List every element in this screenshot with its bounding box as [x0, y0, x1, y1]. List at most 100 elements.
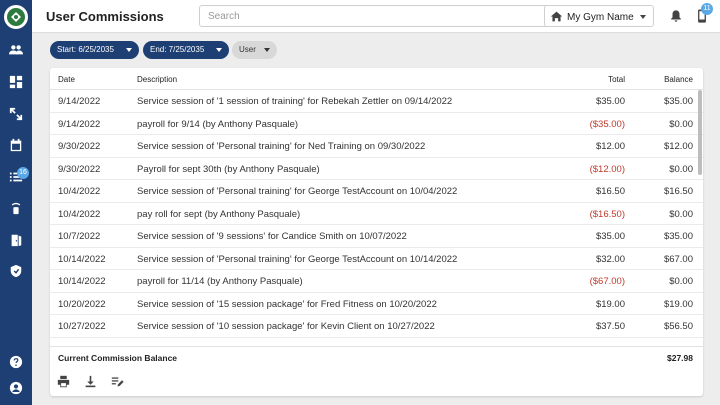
row-description: Service session of 'Personal training' f…: [137, 253, 458, 265]
row-description: Payroll for sept 30th (by Anthony Pasqua…: [137, 163, 320, 175]
row-total: $37.50: [595, 321, 625, 332]
row-date: 9/14/2022: [58, 96, 101, 107]
row-date: 10/14/2022: [58, 276, 106, 287]
chevron-down-icon: [216, 48, 222, 52]
row-description: pay roll for sept (by Anthony Pasquale): [137, 208, 301, 220]
table-row[interactable]: 10/20/2022 Service session of '15 session…: [50, 293, 703, 315]
row-balance: $67.00: [663, 253, 693, 265]
table-actions: [50, 370, 703, 394]
access-icon[interactable]: [8, 200, 24, 216]
row-total: ($35.00): [589, 118, 625, 130]
column-balance[interactable]: Balance: [664, 75, 693, 84]
shield-icon[interactable]: [8, 263, 24, 279]
row-date: 10/4/2022: [58, 186, 101, 197]
home-icon: [550, 11, 563, 22]
row-date: 10/27/2022: [58, 321, 106, 332]
door-icon[interactable]: [8, 232, 24, 248]
gym-name: My Gym Name: [567, 12, 634, 23]
row-total: $35.00: [595, 231, 625, 242]
top-bar: User Commissions My Gym Name 11: [32, 0, 720, 33]
row-total: $19.00: [595, 298, 625, 310]
row-date: 10/4/2022: [58, 208, 101, 220]
row-date: 10/7/2022: [58, 231, 101, 242]
table-row[interactable]: 10/4/2022 pay roll for sept (by Anthony P…: [50, 203, 703, 225]
print-icon[interactable]: [57, 375, 70, 388]
column-date[interactable]: Date: [58, 75, 75, 84]
download-icon[interactable]: [84, 375, 97, 388]
gym-selector[interactable]: My Gym Name: [544, 5, 654, 27]
row-total: $35.00: [595, 96, 625, 107]
row-total: $32.00: [595, 253, 625, 265]
table-row[interactable]: 10/14/2022 Service session of 'Personal t…: [50, 248, 703, 270]
users-icon[interactable]: [8, 42, 24, 58]
summary-label: Current Commission Balance: [58, 353, 178, 363]
end-date-filter[interactable]: End: 7/25/2035: [143, 41, 229, 59]
row-date: 10/20/2022: [58, 298, 106, 310]
row-total: $12.00: [595, 141, 625, 152]
dashboard-icon[interactable]: [8, 74, 24, 90]
end-date-label: End: 7/25/2035: [150, 45, 205, 54]
table-row[interactable]: 10/7/2022 Service session of '9 sessions'…: [50, 225, 703, 248]
row-balance: $19.00: [663, 298, 693, 310]
chevron-down-icon: [264, 48, 270, 52]
account-icon[interactable]: [8, 380, 24, 396]
row-balance: $0.00: [669, 118, 693, 130]
row-description: Service session of '10 session package' …: [137, 321, 435, 332]
summary-row: Current Commission Balance $27.98: [50, 346, 703, 368]
row-date: 9/30/2022: [58, 141, 101, 152]
row-description: payroll for 9/14 (by Anthony Pasquale): [137, 118, 299, 130]
row-date: 10/14/2022: [58, 253, 106, 265]
start-date-label: Start: 6/25/2035: [57, 45, 114, 54]
row-balance: $12.00: [663, 141, 693, 152]
row-balance: $56.50: [663, 321, 693, 332]
row-total: ($67.00): [589, 276, 625, 287]
user-filter[interactable]: User: [232, 41, 277, 59]
row-description: Service session of '15 session package' …: [137, 298, 437, 310]
table-row[interactable]: 10/27/2022 Service session of '10 session…: [50, 315, 703, 338]
chevron-down-icon: [640, 15, 646, 19]
column-description[interactable]: Description: [137, 75, 177, 84]
row-total: ($12.00): [589, 163, 625, 175]
summary-value: $27.98: [667, 353, 693, 363]
bell-icon[interactable]: [669, 9, 683, 23]
table-row[interactable]: 10/4/2022 Service session of 'Personal tr…: [50, 180, 703, 203]
calendar-icon[interactable]: [8, 137, 24, 153]
table-scrollbar[interactable]: [698, 90, 702, 175]
row-balance: $35.00: [663, 96, 693, 107]
sidebar: 16: [0, 0, 32, 405]
chevron-down-icon: [126, 48, 132, 52]
row-total: $16.50: [595, 186, 625, 197]
start-date-filter[interactable]: Start: 6/25/2035: [50, 41, 139, 59]
sidebar-badge: 16: [17, 167, 29, 179]
row-total: ($16.50): [589, 208, 625, 220]
help-icon[interactable]: [8, 354, 24, 370]
search-input[interactable]: [208, 9, 508, 23]
page-title: User Commissions: [46, 9, 164, 24]
edit-list-icon[interactable]: [111, 375, 124, 388]
row-date: 9/14/2022: [58, 118, 101, 130]
column-total[interactable]: Total: [608, 75, 625, 84]
row-description: payroll for 11/14 (by Anthony Pasquale): [137, 276, 303, 287]
app-logo[interactable]: [4, 5, 28, 29]
expand-icon[interactable]: [8, 106, 24, 122]
row-balance: $35.00: [663, 231, 693, 242]
row-balance: $16.50: [663, 186, 693, 197]
row-description: Service session of 'Personal training' f…: [137, 141, 426, 152]
user-filter-label: User: [239, 45, 256, 54]
notification-badge: 11: [701, 3, 713, 15]
row-balance: $0.00: [669, 276, 693, 287]
table-row[interactable]: 9/30/2022 Service session of 'Personal tr…: [50, 135, 703, 158]
row-balance: $0.00: [669, 208, 693, 220]
row-description: Service session of 'Personal training' f…: [137, 186, 458, 197]
row-description: Service session of '1 session of trainin…: [137, 96, 453, 107]
search-box[interactable]: [199, 5, 563, 27]
table-row[interactable]: 9/14/2022 payroll for 9/14 (by Anthony Pa…: [50, 113, 703, 135]
row-date: 9/30/2022: [58, 163, 101, 175]
table-header: Date Description Total Balance: [50, 68, 703, 90]
table-row[interactable]: 9/30/2022 Payroll for sept 30th (by Antho…: [50, 158, 703, 180]
row-description: Service session of '9 sessions' for Cand…: [137, 231, 407, 242]
row-balance: $0.00: [669, 163, 693, 175]
table-body: 9/14/2022 Service session of '1 session o…: [50, 90, 703, 338]
table-row[interactable]: 10/14/2022 payroll for 11/14 (by Anthony …: [50, 270, 703, 293]
table-row[interactable]: 9/14/2022 Service session of '1 session o…: [50, 90, 703, 113]
